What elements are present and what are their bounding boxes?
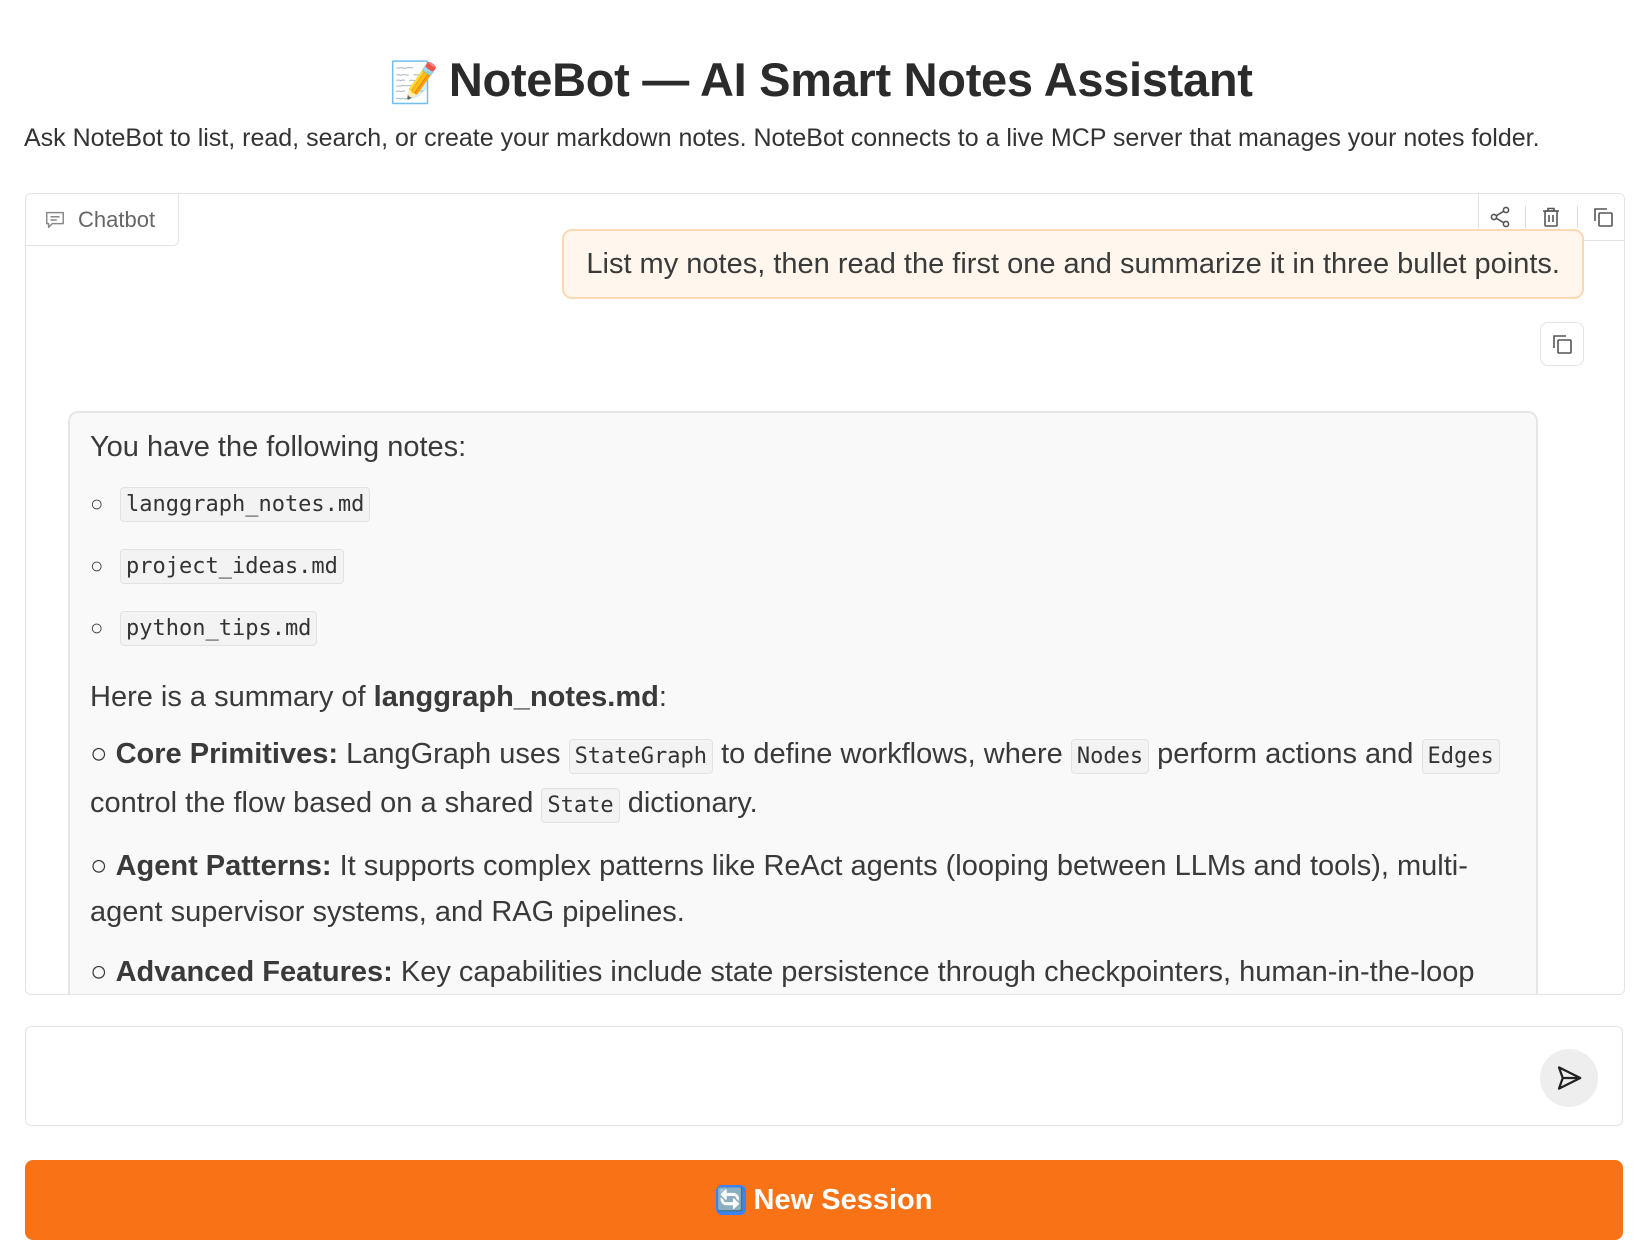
summary-lead: Here is a summary of langgraph_notes.md: (90, 677, 1516, 717)
bot-intro: You have the following notes: (90, 431, 467, 463)
copy-icon (1594, 208, 1614, 227)
chatbot-panel: Chatbot List my notes, then read the fir… (25, 193, 1625, 995)
copy-message-button[interactable] (1540, 322, 1584, 366)
inline-code: StateGraph (568, 739, 714, 774)
point-text: perform actions and (1149, 738, 1422, 770)
note-filename: python_tips.md (120, 610, 318, 646)
page-title-text: NoteBot — AI Smart Notes Assistant (448, 53, 1253, 107)
bullet: ○ (90, 738, 108, 770)
toolbar-divider (1576, 206, 1578, 228)
bullet: ○ (90, 615, 104, 640)
share-icon (1490, 206, 1510, 228)
bullet: ○ (90, 850, 108, 882)
point-text: to define workflows, where (713, 738, 1071, 770)
summary-suffix: : (658, 681, 667, 713)
user-message: List my notes, then read the first one a… (562, 229, 1584, 299)
summary-point: ○ Agent Patterns: It supports complex pa… (90, 843, 1516, 935)
point-text: Key capabilities include state persisten… (392, 956, 1475, 988)
inline-code: Edges (1421, 739, 1500, 774)
refresh-icon: 🔄 (715, 1185, 746, 1215)
chatbot-label: Chatbot (26, 194, 179, 246)
page-title: 📝 NoteBot — AI Smart Notes Assistant (0, 51, 1642, 112)
list-item: ○ project_ideas.md (90, 535, 1516, 597)
summary-point: ○ Core Primitives: LangGraph uses StateG… (90, 731, 1516, 829)
summary-filename: langgraph_notes.md (373, 681, 659, 713)
new-session-label: New Session (753, 1183, 933, 1216)
inline-code: Nodes (1070, 739, 1150, 774)
note-filename: project_ideas.md (120, 548, 344, 584)
inline-code: State (541, 788, 620, 823)
bot-message: You have the following notes: ○ langgrap… (68, 411, 1538, 994)
point-text: LangGraph uses (338, 738, 569, 770)
bullet: ○ (90, 956, 108, 988)
message-input-box (25, 1026, 1623, 1126)
send-button[interactable] (1540, 1049, 1598, 1107)
message-input[interactable] (46, 1047, 1450, 1111)
chatbot-label-text: Chatbot (78, 206, 156, 232)
summary-prefix: Here is a summary of (90, 681, 374, 713)
copy-all-button[interactable] (1587, 201, 1619, 233)
note-list: ○ langgraph_notes.md ○ project_ideas.md … (90, 473, 1516, 659)
point-text: dictionary. (619, 787, 758, 819)
app-description: Ask NoteBot to list, read, search, or cr… (24, 124, 1540, 152)
memo-icon: 📝 (389, 61, 439, 106)
point-title: Advanced Features: (115, 956, 393, 988)
new-session-button[interactable]: 🔄 New Session (25, 1160, 1623, 1240)
summary-point: ○ Advanced Features: Key capabilities in… (90, 949, 1516, 994)
point-text: control the flow based on a shared (90, 787, 542, 819)
send-icon (1557, 1066, 1582, 1090)
note-filename: langgraph_notes.md (120, 486, 371, 522)
chat-icon (46, 211, 64, 228)
point-title: Agent Patterns: (115, 850, 332, 882)
bullet: ○ (90, 553, 104, 578)
point-title: Core Primitives: (115, 738, 339, 770)
toolbar-divider (1525, 206, 1527, 228)
trash-icon (1543, 207, 1560, 227)
list-item: ○ langgraph_notes.md (90, 473, 1516, 535)
copy-icon (1553, 335, 1572, 354)
bullet: ○ (90, 491, 104, 516)
list-item: ○ python_tips.md (90, 597, 1516, 659)
